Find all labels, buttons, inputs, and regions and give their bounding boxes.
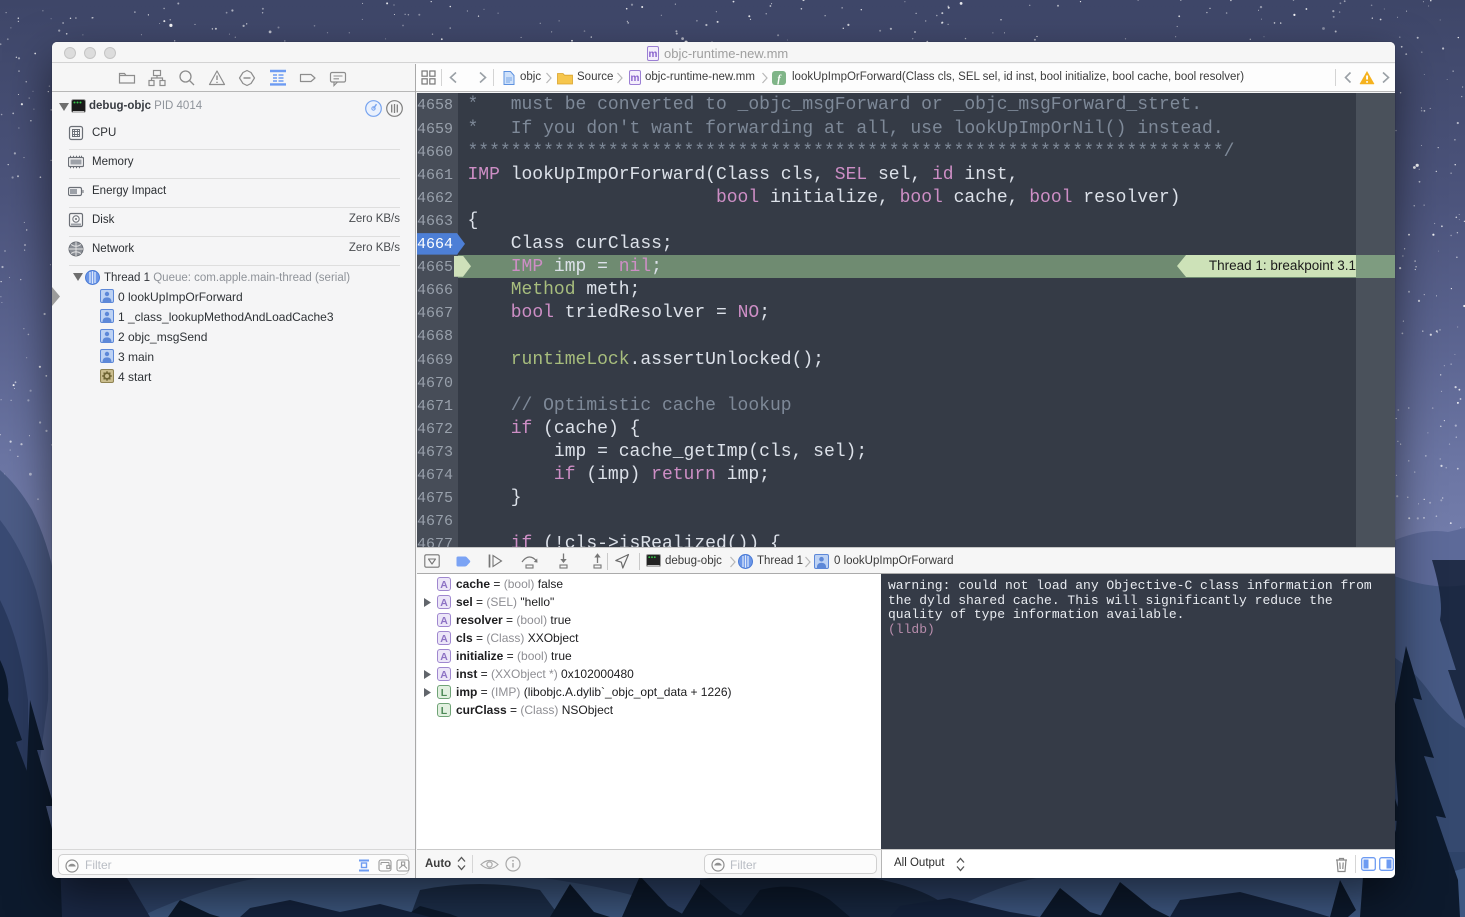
svg-text:m: m <box>631 73 640 84</box>
svg-text:m: m <box>649 49 658 60</box>
